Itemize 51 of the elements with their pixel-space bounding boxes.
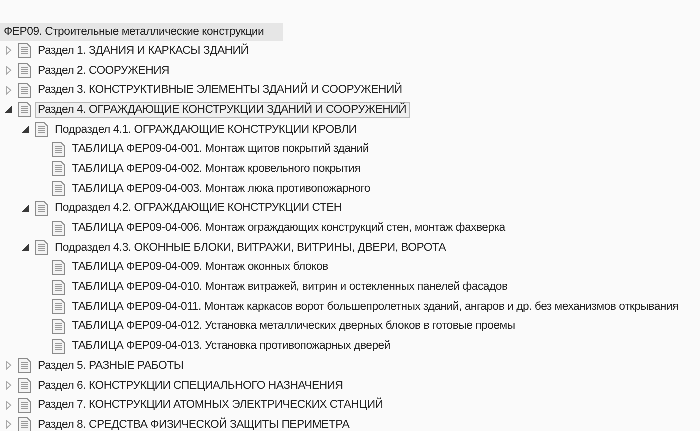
tree-item[interactable]: ТАБЛИЦА ФЕР09-04-002. Монтаж кровельного покрытия bbox=[69, 160, 364, 177]
tree-item[interactable]: Раздел 2. СООРУЖЕНИЯ bbox=[35, 62, 173, 79]
document-icon bbox=[52, 220, 65, 236]
document-icon bbox=[52, 299, 65, 314]
tree-item[interactable]: ТАБЛИЦА ФЕР09-04-006. Монтаж ограждающих конструкций стен, монтаж фахверка bbox=[69, 220, 508, 236]
document-icon bbox=[18, 82, 31, 98]
document-icon bbox=[52, 318, 65, 334]
expanded-arrow-icon[interactable] bbox=[21, 125, 30, 134]
collapsed-arrow-icon[interactable] bbox=[4, 361, 13, 370]
document-icon bbox=[52, 338, 65, 354]
tree-item[interactable]: ТАБЛИЦА ФЕР09-04-013. Установка противопожарных дверей bbox=[69, 338, 394, 354]
tree-item[interactable]: Подраздел 4.1. ОГРАЖДАЮЩИЕ КОНСТРУКЦИИ КРОВЛИ bbox=[52, 122, 360, 138]
document-icon bbox=[52, 280, 65, 295]
tree-item[interactable]: Раздел 1. ЗДАНИЯ И КАРКАСЫ ЗДАНИЙ bbox=[35, 42, 252, 59]
tree-item[interactable]: ТАБЛИЦА ФЕР09-04-003. Монтаж люка противопожарного bbox=[69, 180, 374, 197]
expanded-arrow-icon[interactable] bbox=[21, 204, 30, 213]
tree-item[interactable]: ТАБЛИЦА ФЕР09-04-010. Монтаж витражей, витрин и остекленных панелей фасадов bbox=[69, 279, 511, 296]
tree-item[interactable]: ТАБЛИЦА ФЕР09-04-012. Установка металлических дверных блоков в готовые проемы bbox=[69, 318, 518, 334]
expanded-arrow-icon[interactable] bbox=[21, 243, 30, 252]
tree-item[interactable]: Подраздел 4.2. ОГРАЖДАЮЩИЕ КОНСТРУКЦИИ СТЕН bbox=[52, 200, 345, 216]
tree-item[interactable]: Раздел 8. СРЕДСТВА ФИЗИЧЕСКОЙ ЗАЩИТЫ ПЕРИМЕТРА bbox=[35, 416, 353, 431]
document-icon bbox=[35, 200, 48, 216]
document-icon bbox=[18, 358, 31, 374]
expanded-arrow-icon[interactable] bbox=[4, 105, 13, 114]
document-icon bbox=[52, 260, 65, 275]
document-icon bbox=[18, 43, 31, 58]
collapsed-arrow-icon[interactable] bbox=[4, 86, 13, 95]
tree-item[interactable]: Раздел 5. РАЗНЫЕ РАБОТЫ bbox=[35, 358, 187, 374]
document-icon bbox=[18, 102, 31, 118]
tree-item[interactable]: Раздел 4. ОГРАЖДАЮЩИЕ КОНСТРУКЦИИ ЗДАНИЙ И СООРУЖЕНИЙ bbox=[35, 102, 410, 118]
document-icon bbox=[35, 240, 48, 256]
tree-item[interactable]: ТАБЛИЦА ФЕР09-04-001. Монтаж щитов покрытий зданий bbox=[69, 141, 372, 158]
tree-root-header[interactable]: ФЕР09. Строительные металлические конструкции bbox=[0, 23, 283, 41]
tree-item[interactable]: Подраздел 4.3. ОКОННЫЕ БЛОКИ, ВИТРАЖИ, ВИТРИНЫ, ДВЕРИ, ВОРОТА bbox=[52, 240, 450, 256]
collapsed-arrow-icon[interactable] bbox=[4, 66, 13, 76]
document-icon bbox=[52, 181, 65, 196]
document-icon bbox=[18, 378, 31, 394]
tree-item[interactable]: Раздел 7. КОНСТРУКЦИИ АТОМНЫХ ЭЛЕКТРИЧЕСКИХ СТАНЦИЙ bbox=[35, 397, 386, 414]
tree-item[interactable]: ТАБЛИЦА ФЕР09-04-009. Монтаж оконных блоков bbox=[69, 259, 332, 276]
document-icon bbox=[52, 142, 65, 157]
document-icon bbox=[52, 161, 65, 176]
collapsed-arrow-icon[interactable] bbox=[4, 420, 13, 430]
collapsed-arrow-icon[interactable] bbox=[4, 400, 13, 410]
tree-item[interactable]: ТАБЛИЦА ФЕР09-04-011. Монтаж каркасов ворот большепролетных зданий, ангаров и др. без механизмов открывания bbox=[69, 298, 682, 315]
collapsed-arrow-icon[interactable] bbox=[4, 381, 13, 390]
tree-item[interactable]: Раздел 6. КОНСТРУКЦИИ СПЕЦИАЛЬНОГО НАЗНАЧЕНИЯ bbox=[35, 378, 346, 394]
collapsed-arrow-icon[interactable] bbox=[4, 46, 13, 56]
document-icon bbox=[18, 398, 31, 413]
tree-item[interactable]: Раздел 3. КОНСТРУКТИВНЫЕ ЭЛЕМЕНТЫ ЗДАНИЙ И СООРУЖЕНИЙ bbox=[35, 82, 406, 98]
document-icon bbox=[35, 122, 48, 138]
document-icon bbox=[18, 63, 31, 78]
